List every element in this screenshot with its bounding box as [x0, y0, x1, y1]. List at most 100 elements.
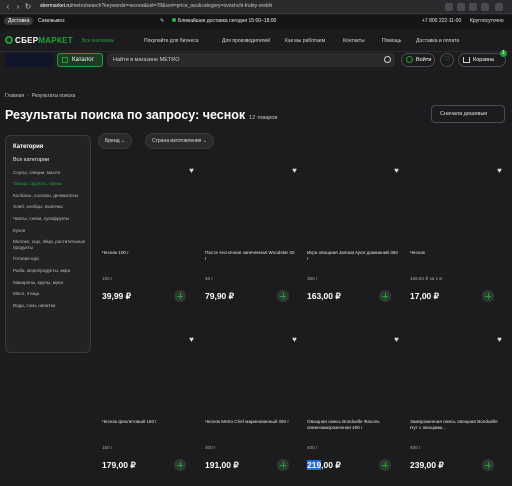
category-item[interactable]: Мясо, птица [13, 291, 91, 297]
add-to-cart-button[interactable] [174, 290, 186, 302]
heart-icon[interactable]: ♥ [187, 166, 196, 175]
breadcrumb-home[interactable]: Главная [5, 93, 24, 99]
product-name[interactable]: Чеснок 100 г [102, 250, 194, 256]
category-all[interactable]: Все категории [13, 157, 91, 164]
category-item[interactable]: Макароны, крупы, мука [13, 280, 91, 286]
header-link-business[interactable]: Покупайте для бизнеса [144, 38, 199, 44]
phone-number[interactable]: +7 800 222-11-00 [422, 18, 461, 24]
product-card[interactable]: ♥ Икра овощная Jamaat Ajvar домашний 360 … [305, 164, 405, 324]
product-card[interactable]: ♥ Замороженная смесь овощная Bonduelle Ну… [408, 333, 508, 486]
extensions-icon[interactable] [469, 3, 477, 11]
product-card[interactable]: ♥ Овощная смесь Bonduelle Фасоль свежезам… [305, 333, 405, 486]
header-link-help[interactable]: Помощь [382, 38, 401, 44]
product-weight: 166,84 ₽ за 1 кг [410, 276, 443, 281]
heart-icon[interactable]: ♥ [187, 335, 196, 344]
result-count: 12 товаров [249, 115, 278, 121]
category-item[interactable]: Хлеб, хлебцы, выпечка [13, 204, 91, 210]
category-item[interactable]: Чипсы, снеки, сухофрукты [13, 216, 91, 222]
header-link-how-we-work[interactable]: Как мы работаем [285, 38, 325, 44]
category-item[interactable]: Соусы, специи, масло [13, 170, 91, 176]
add-to-cart-button[interactable] [379, 459, 391, 471]
reload-icon[interactable]: ↻ [23, 2, 33, 12]
product-card[interactable]: ♥ Чеснок 166,84 ₽ за 1 кг 17,00 ₽ [408, 164, 508, 324]
tab-pickup[interactable]: Самовывоз [38, 18, 65, 24]
product-name[interactable]: Паста чесночная запеченная Woodstar 40 г [205, 250, 297, 261]
product-card[interactable]: ♥ Чеснок фиолетовый 150 г 150 г 179,00 ₽ [100, 333, 200, 486]
add-to-cart-button[interactable] [482, 290, 494, 302]
header-link-delivery[interactable]: Доставка и оплата [416, 38, 459, 44]
menu-icon[interactable] [495, 3, 503, 11]
chevron-down-icon: ⌄ [120, 138, 126, 144]
pencil-icon[interactable]: ✎ [160, 18, 164, 24]
sort-dropdown[interactable]: Сначала дешевые [431, 105, 505, 123]
download-icon[interactable] [457, 3, 465, 11]
bookmark-icon[interactable] [445, 3, 453, 11]
heart-icon[interactable]: ♥ [392, 335, 401, 344]
tab-delivery[interactable]: Доставка [4, 17, 34, 25]
breadcrumb-current: Результаты поиска [31, 93, 76, 99]
product-price: 17,00 ₽ [410, 291, 440, 301]
favorites-button[interactable]: ♡ [440, 53, 454, 67]
search-row: Каталог Найти в магазине METRO Войти ♡ К… [0, 50, 512, 68]
product-price: 239,00 ₽ [410, 460, 444, 470]
profile-icon[interactable] [481, 3, 489, 11]
product-name[interactable]: Чеснок Metro Chef маринованный 400 г [205, 419, 297, 425]
product-price: 219,00 ₽ [307, 460, 341, 470]
sidebar-title: Категория [13, 144, 44, 150]
product-weight: 360 г [307, 276, 318, 281]
product-price: 191,00 ₽ [205, 460, 239, 470]
add-to-cart-button[interactable] [277, 459, 289, 471]
url-domain: sbermarket.ru [40, 3, 71, 9]
heart-icon[interactable]: ♥ [495, 166, 504, 175]
heart-icon[interactable]: ♥ [290, 166, 299, 175]
category-item[interactable]: Овощи, фрукты, орехи [13, 181, 91, 187]
store-selector[interactable] [5, 53, 53, 67]
product-weight: 100 г [102, 276, 113, 281]
product-card[interactable]: ♥ Чеснок Metro Chef маринованный 400 г 400… [203, 333, 303, 486]
heart-icon[interactable]: ♥ [392, 166, 401, 175]
cart-button[interactable]: Корзина 1 [458, 50, 507, 67]
category-list: Все категории Соусы, специи, масло Овощи,… [13, 157, 91, 314]
forward-icon[interactable]: › [13, 2, 23, 12]
add-to-cart-button[interactable] [277, 290, 289, 302]
cart-icon [463, 57, 470, 63]
search-icon[interactable] [384, 56, 391, 63]
category-item[interactable]: Молоко, сыр, яйца, растительные продукты [13, 239, 91, 250]
logo[interactable]: СБЕРМАРКЕТ [5, 36, 73, 45]
add-to-cart-button[interactable] [482, 459, 494, 471]
product-name[interactable]: Овощная смесь Bonduelle Фасоль свежезамо… [307, 419, 399, 430]
product-name[interactable]: Чеснок [410, 250, 502, 256]
add-to-cart-button[interactable] [174, 459, 186, 471]
breadcrumb: Главная › Результаты поиска [5, 93, 76, 99]
add-to-cart-button[interactable] [379, 290, 391, 302]
all-stores-link[interactable]: Все магазины [82, 38, 114, 44]
search-input[interactable]: Найти в магазине METRO [107, 53, 395, 67]
product-name[interactable]: Чеснок фиолетовый 150 г [102, 419, 194, 425]
page-title: Результаты поиска по запросу: чеснок [5, 108, 246, 122]
work-hours: Круглосуточно [470, 18, 504, 24]
heart-icon[interactable]: ♥ [290, 335, 299, 344]
category-item[interactable]: Кухня [13, 228, 91, 234]
category-sidebar: Категория Все категории Соусы, специи, м… [5, 135, 91, 353]
heart-icon[interactable]: ♥ [495, 335, 504, 344]
catalog-button[interactable]: Каталог [57, 53, 103, 67]
login-button[interactable]: Войти [401, 53, 435, 67]
header-link-producers[interactable]: Для производителей [222, 38, 270, 44]
filter-brand[interactable]: Бренд ⌄ [98, 133, 133, 149]
header-link-contacts[interactable]: Контакты [343, 38, 365, 44]
category-item[interactable]: Рыба, морепродукты, икра [13, 268, 91, 274]
back-icon[interactable]: ‹ [3, 2, 13, 12]
filter-country[interactable]: Страна изготовления ⌄ [145, 133, 214, 149]
product-name[interactable]: Замороженная смесь овощная Bonduelle Нут… [410, 419, 502, 430]
address-bar[interactable]: sbermarket.ru/metro/search?keywords=чесн… [34, 2, 438, 12]
product-card[interactable]: ♥ Чеснок 100 г 100 г 39,99 ₽ [100, 164, 200, 324]
info-bar: Доставка Самовывоз ✎ Ближайшая доставка … [0, 15, 512, 29]
category-item[interactable]: Готовая еда [13, 256, 91, 262]
product-name[interactable]: Икра овощная Jamaat Ajvar домашний 360 г [307, 250, 399, 261]
category-item[interactable]: Колбасы, сосиски, деликатесы [13, 193, 91, 199]
product-weight: 40 г [205, 276, 214, 281]
url-path: /metro/search?keywords=чеснок&sid=78&sor… [70, 3, 273, 9]
product-price: 163,00 ₽ [307, 291, 341, 301]
category-item[interactable]: Вода, соки, напитки [13, 303, 91, 309]
product-card[interactable]: ♥ Паста чесночная запеченная Woodstar 40 … [203, 164, 303, 324]
